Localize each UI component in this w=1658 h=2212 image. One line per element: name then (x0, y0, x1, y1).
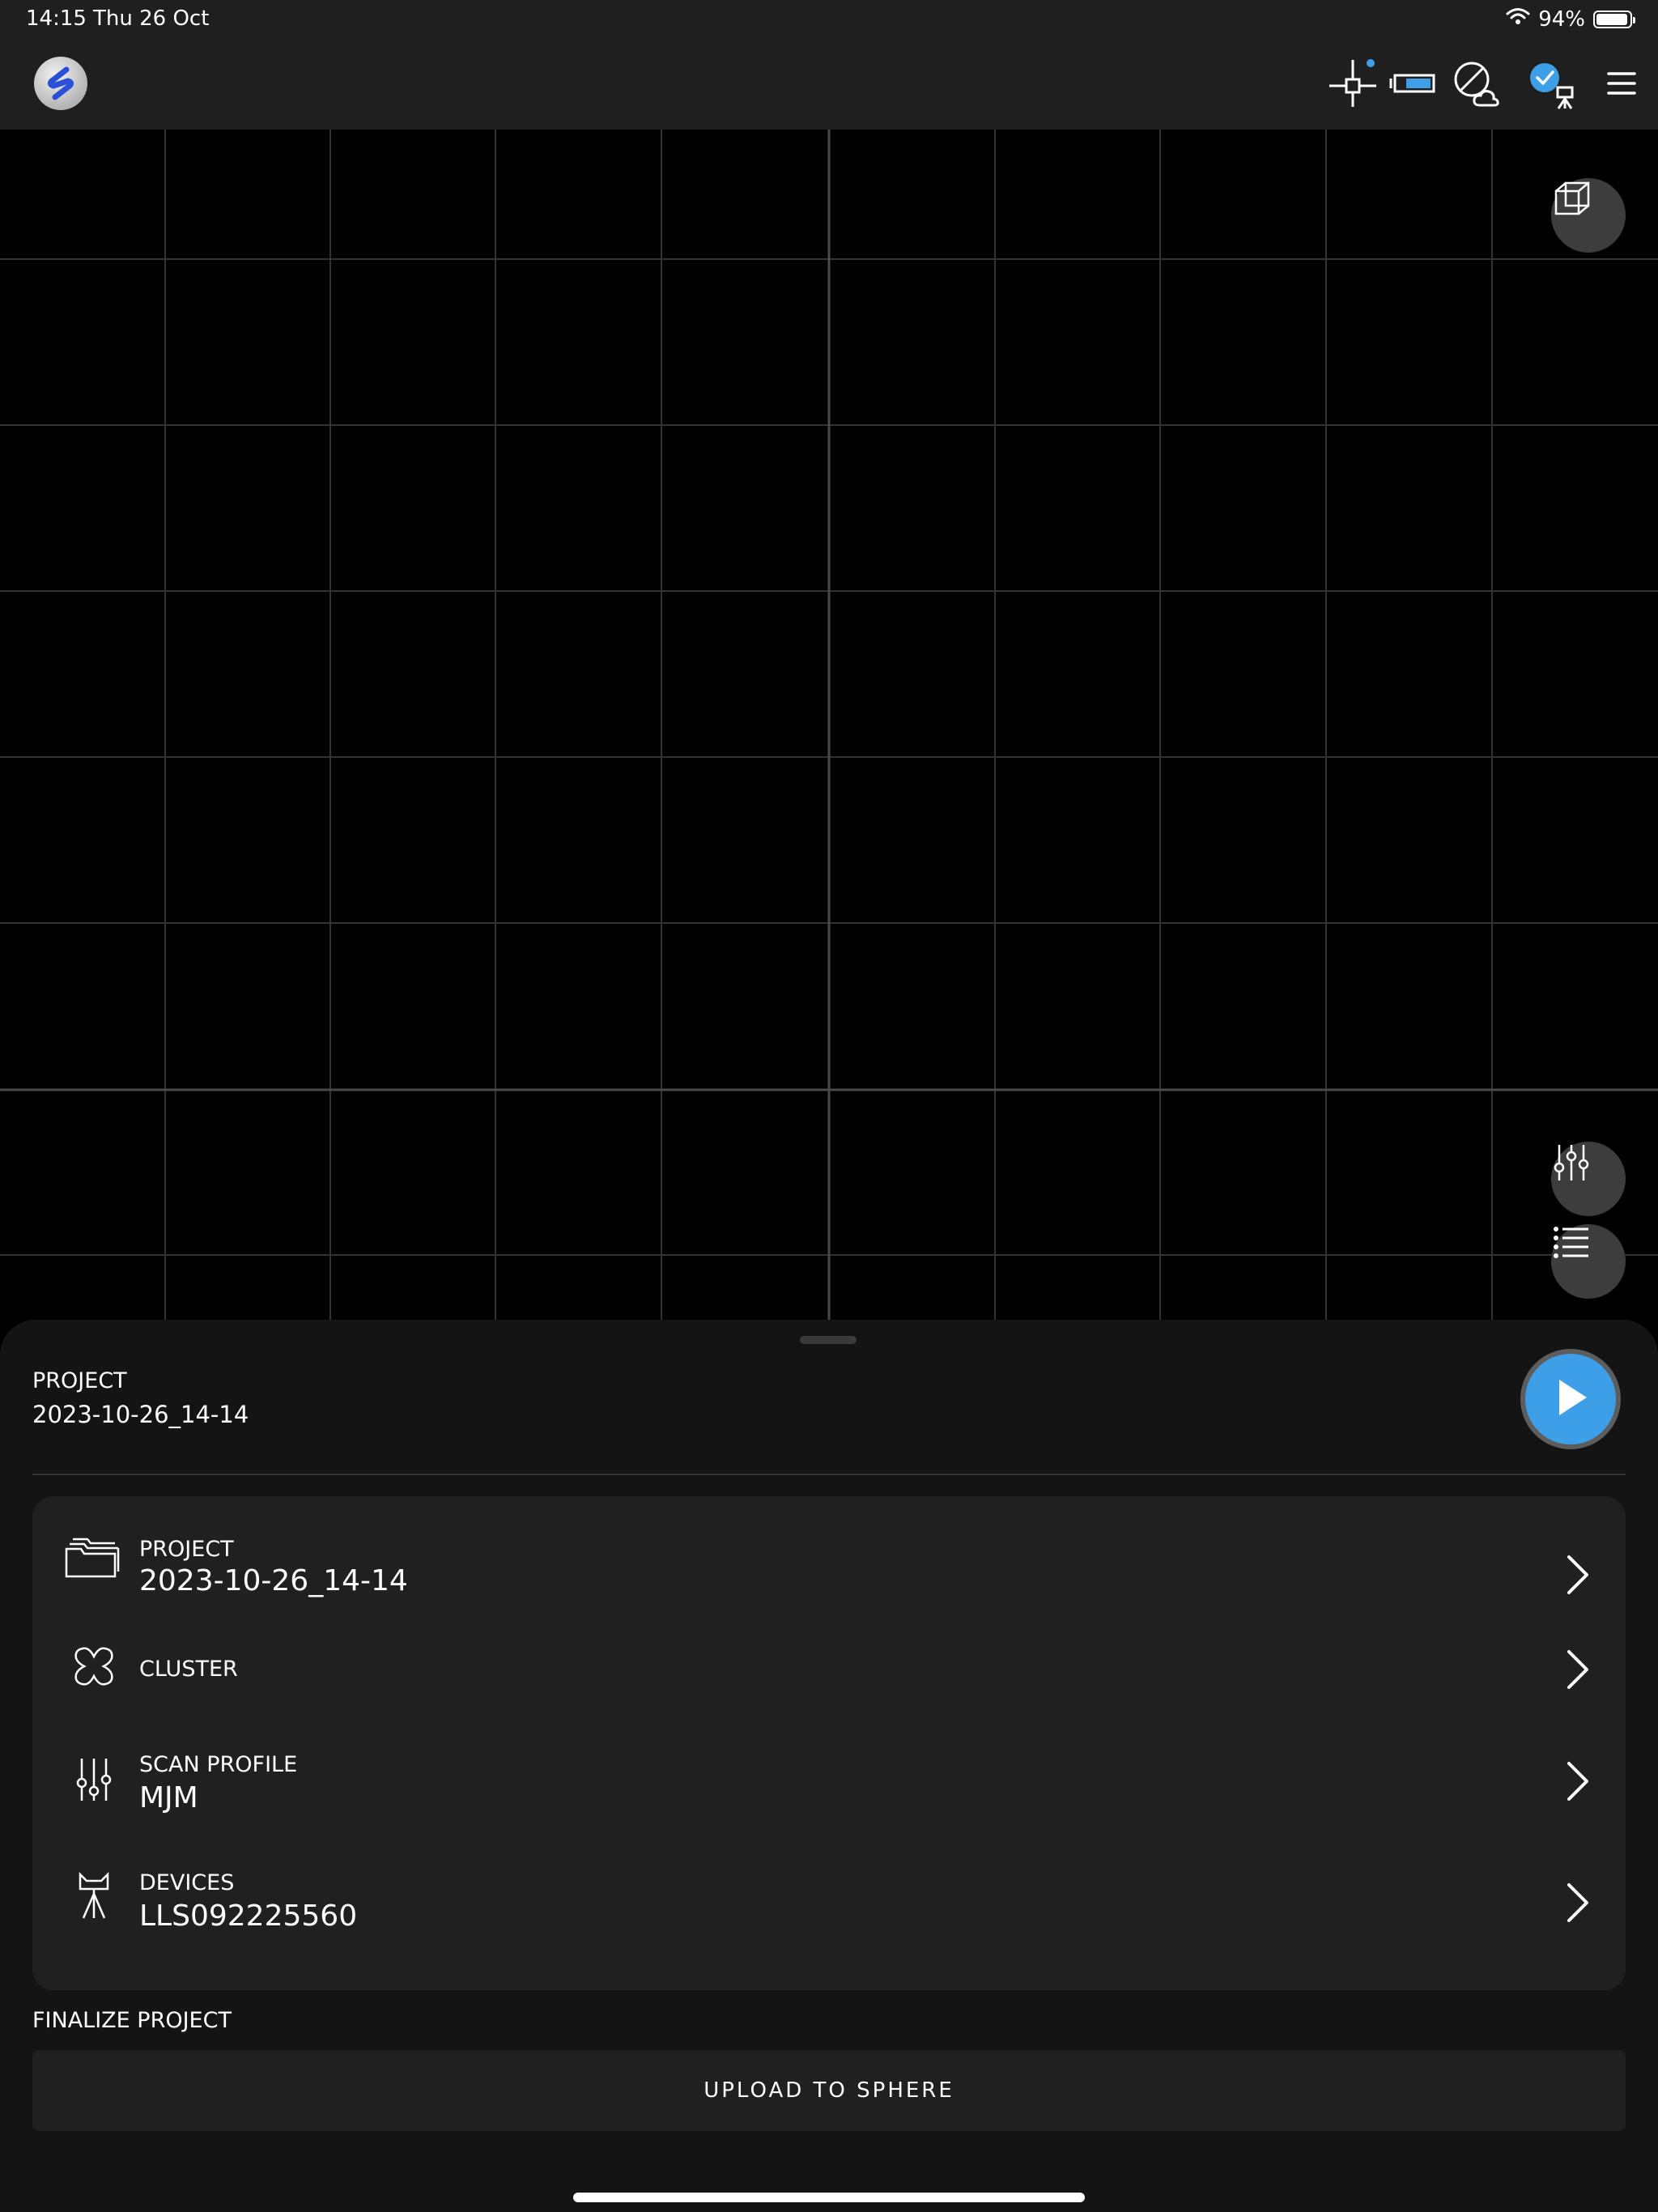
viewport-grid (0, 130, 1658, 1320)
settings-row-scan-profile[interactable]: SCAN PROFILE MJM (32, 1723, 1626, 1836)
scan-viewport[interactable] (0, 130, 1658, 1320)
cube-view-button[interactable] (1551, 178, 1626, 253)
battery-icon (1593, 10, 1635, 28)
battery-percent: 94% (1538, 6, 1585, 32)
upload-to-sphere-button[interactable]: UPLOAD TO SPHERE (32, 2050, 1626, 2131)
crosshair-icon[interactable] (1324, 55, 1381, 112)
sliders-icon (62, 1747, 126, 1812)
cluster-icon (62, 1634, 126, 1699)
row-label: PROJECT (139, 1537, 234, 1562)
row-value: MJM (139, 1781, 198, 1814)
play-icon (1551, 1376, 1590, 1422)
cloud-disabled-icon[interactable] (1448, 55, 1504, 112)
chevron-right-icon (1567, 1650, 1588, 1689)
hamburger-menu-icon[interactable] (1593, 55, 1650, 112)
scanner-connected-icon[interactable] (1522, 55, 1579, 112)
start-scan-button[interactable] (1520, 1349, 1621, 1449)
app-toolbar (0, 39, 1658, 130)
sheet-divider (32, 1474, 1626, 1475)
status-date: Thu 26 Oct (93, 6, 210, 31)
row-label: DEVICES (139, 1870, 235, 1895)
settings-row-project[interactable]: PROJECT 2023-10-26_14-14 (32, 1496, 1626, 1618)
status-time: 14:15 (26, 6, 87, 31)
list-button[interactable] (1551, 1224, 1626, 1299)
settings-row-cluster[interactable]: CLUSTER (32, 1618, 1626, 1723)
project-settings-card: PROJECT 2023-10-26_14-14 CLUSTER SCAN PR… (32, 1496, 1626, 1990)
chevron-right-icon (1567, 1883, 1588, 1922)
sheet-drag-handle[interactable] (800, 1336, 857, 1344)
sheet-project-name: 2023-10-26_14-14 (32, 1401, 249, 1428)
folders-icon (62, 1525, 126, 1589)
status-right: 94% (1506, 6, 1635, 32)
home-indicator[interactable] (573, 2193, 1085, 2202)
row-label: SCAN PROFILE (139, 1752, 298, 1777)
settings-row-devices[interactable]: DEVICES LLS092225560 (32, 1836, 1626, 1958)
sheet-project-label: PROJECT (32, 1368, 127, 1393)
finalize-project-heading: FINALIZE PROJECT (32, 2008, 232, 2033)
battery-indicator-icon[interactable] (1384, 55, 1441, 112)
project-bottom-sheet: PROJECT 2023-10-26_14-14 PROJECT 2023-10… (0, 1320, 1658, 2212)
filter-button[interactable] (1551, 1142, 1626, 1216)
row-label: CLUSTER (139, 1657, 238, 1682)
chevron-right-icon (1567, 1555, 1588, 1594)
status-bar: 14:15 Thu 26 Oct 94% (0, 0, 1658, 39)
row-value: LLS092225560 (139, 1899, 358, 1933)
chevron-right-icon (1567, 1762, 1588, 1801)
wifi-icon (1506, 6, 1530, 32)
scanner-device-icon (62, 1864, 126, 1929)
row-value: 2023-10-26_14-14 (139, 1564, 408, 1597)
app-logo-icon[interactable] (34, 57, 87, 110)
